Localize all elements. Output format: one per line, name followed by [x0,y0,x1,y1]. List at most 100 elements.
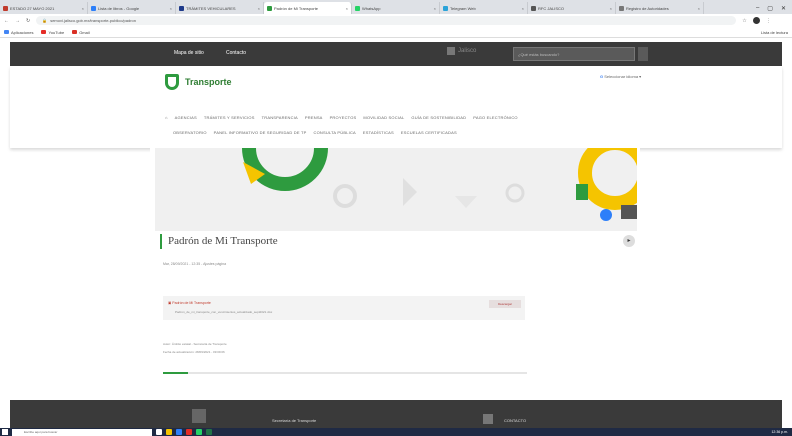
tab-close-icon[interactable]: × [170,6,172,11]
nav-item[interactable]: ESCUELAS CERTIFICADAS [401,130,457,135]
tab-favicon-icon [91,5,96,11]
contact-icon [483,414,493,424]
url-text: semovi.jalisco.gob.mx/transporte-publico… [50,18,137,23]
lock-icon: 🔒 [42,18,48,23]
nav-item[interactable]: MOVILIDAD SOCIAL [363,115,404,120]
tab-close-icon[interactable]: × [698,6,700,11]
browser-tab[interactable]: Telegram Web × [440,2,528,14]
reading-list[interactable]: Lista de lectura [761,30,792,35]
nav-item[interactable]: PANEL INFORMATIVO DE SEGURIDAD DE TP [214,130,307,135]
maximize-icon[interactable]: ▢ [767,5,773,12]
tab-label: Telegram Web [450,5,476,11]
edge-icon[interactable] [176,429,182,435]
footer-org: Secretaría de Transporte [272,418,317,423]
site-logo[interactable]: Transporte [165,74,232,90]
tab-close-icon[interactable]: × [522,6,524,11]
browser-tab[interactable]: WhatsApp × [352,2,440,14]
logo-text: Transporte [185,77,232,87]
tab-close-icon[interactable]: × [610,6,612,11]
browser-tab[interactable]: Padrón de Mi Transporte × [264,2,352,14]
minimize-icon[interactable]: – [756,5,759,11]
download-button[interactable]: Descargar [489,300,521,308]
chrome-icon[interactable] [186,429,192,435]
nav-item[interactable]: TRÁMITES Y SERVICIOS [204,115,255,120]
nav-item[interactable]: AGENCIAS [175,115,197,120]
tab-close-icon[interactable]: × [82,6,84,11]
whatsapp-icon[interactable] [196,429,202,435]
bookmark-icon [4,30,9,34]
forward-icon[interactable]: → [15,18,20,24]
bookmark-item[interactable]: Aplicaciones [4,30,33,35]
taskbar-clock: 12:36 p.m. [771,430,788,434]
attachment-name-text: Padrón de Mi Transporte [172,301,211,305]
close-icon[interactable]: ✕ [781,5,786,12]
footer-contact[interactable]: CONTACTO [504,418,526,423]
language-selector[interactable]: G Seleccionar idioma ▾ [600,74,641,79]
browser-tab-strip: ESTADO 27 MAYO 2021 × Lista de libros - Go… [0,0,792,14]
site-topbar: Mapa de sitio Contacto Jalisco ¿Qué está… [10,42,782,66]
taskbar-search[interactable]: Escribe aquí para buscar [12,428,152,436]
tab-label: Lista de libros - Google [98,5,140,11]
publish-date: Mar, 28/09/2021 - 12:35 - Ajustes página [163,262,227,266]
language-label: Seleccionar idioma [604,74,639,79]
excel-icon[interactable] [206,429,212,435]
site-map-link[interactable]: Mapa de sitio [174,50,204,56]
contact-link[interactable]: Contacto [226,50,246,56]
nav-item[interactable]: GUÍA DE SOSTENIBILIDAD [411,115,466,120]
google-icon: G [600,74,604,79]
tab-close-icon[interactable]: × [434,6,436,11]
menu-icon[interactable]: ⋮ [766,18,771,24]
banner-green-block [576,184,588,200]
banner-green-ring [242,148,328,191]
star-icon[interactable]: ☆ [742,18,746,24]
nav-item[interactable]: PROYECTOS [330,115,357,120]
accessibility-icon[interactable] [600,209,612,221]
browser-tab[interactable]: ESTADO 27 MAYO 2021 × [0,2,88,14]
profile-icon[interactable] [752,17,760,24]
tab-close-icon[interactable]: × [258,6,260,11]
tab-favicon-icon [355,5,360,11]
nav-item[interactable]: PRENSA [305,115,323,120]
tab-favicon-icon [619,5,624,11]
tab-label: TRÁMITES VEHICULARES [186,5,236,11]
windows-start-icon[interactable] [2,429,8,435]
chat-icon[interactable]: ▸ [623,235,635,247]
tab-label: WhatsApp [362,5,381,11]
tab-favicon-icon [3,5,8,11]
bookmark-item[interactable]: YouTube [41,30,64,35]
nav-item[interactable]: ESTADÍSTICAS [363,130,394,135]
nav-item[interactable]: OBSERVATORIO [173,130,207,135]
browser-tab[interactable]: TRÁMITES VEHICULARES × [176,2,264,14]
task-view-icon[interactable] [156,429,162,435]
main-nav-row2: OBSERVATORIO PANEL INFORMATIVO DE SEGURID… [173,130,457,135]
tab-label: ESTADO 27 MAYO 2021 [10,5,55,11]
back-icon[interactable]: ← [4,18,9,24]
address-bar[interactable]: 🔒 semovi.jalisco.gob.mx/transporte-publi… [36,16,737,25]
attachment-name[interactable]: ▣ Padrón de Mi Transporte [168,301,211,305]
os-taskbar: Escribe aquí para buscar 12:36 p.m. [0,428,792,436]
gob-label: Jalisco [458,48,477,54]
browser-tab[interactable]: Lista de libros - Google × [88,2,176,14]
nav-item[interactable]: CONSULTA PÚBLICA [314,130,356,135]
bookmark-label: Aplicaciones [11,29,34,35]
search-button[interactable] [638,47,648,61]
bookmark-label: Gmail [79,29,90,35]
banner-gray-ring-2 [505,183,525,203]
file-icon: ▣ [168,301,172,305]
bookmarks-bar: Aplicaciones YouTube Gmail Lista de lectur… [0,27,792,38]
file-explorer-icon[interactable] [166,429,172,435]
nav-item[interactable]: PAGO ELECTRÓNICO [473,115,517,120]
bookmark-item[interactable]: Gmail [72,29,90,35]
reload-icon[interactable]: ↻ [26,18,30,24]
nav-item[interactable]: TRANSPARENCIA [262,115,298,120]
home-icon[interactable]: ⌂ [165,115,168,120]
meta-updated: Fecha de actualización: 28/09/2021 - 09:… [163,350,225,354]
browser-tab[interactable]: Registro de Autoridades × [616,2,704,14]
browser-tab[interactable]: RFC JALISCO × [528,2,616,14]
tab-label: Registro de Autoridades [626,5,669,11]
building-icon [447,47,455,55]
site-search-input[interactable]: ¿Qué estás buscando? [513,47,635,61]
page-banner [155,148,637,231]
gob-logo: Jalisco [447,47,476,55]
tab-close-icon[interactable]: × [346,6,348,11]
